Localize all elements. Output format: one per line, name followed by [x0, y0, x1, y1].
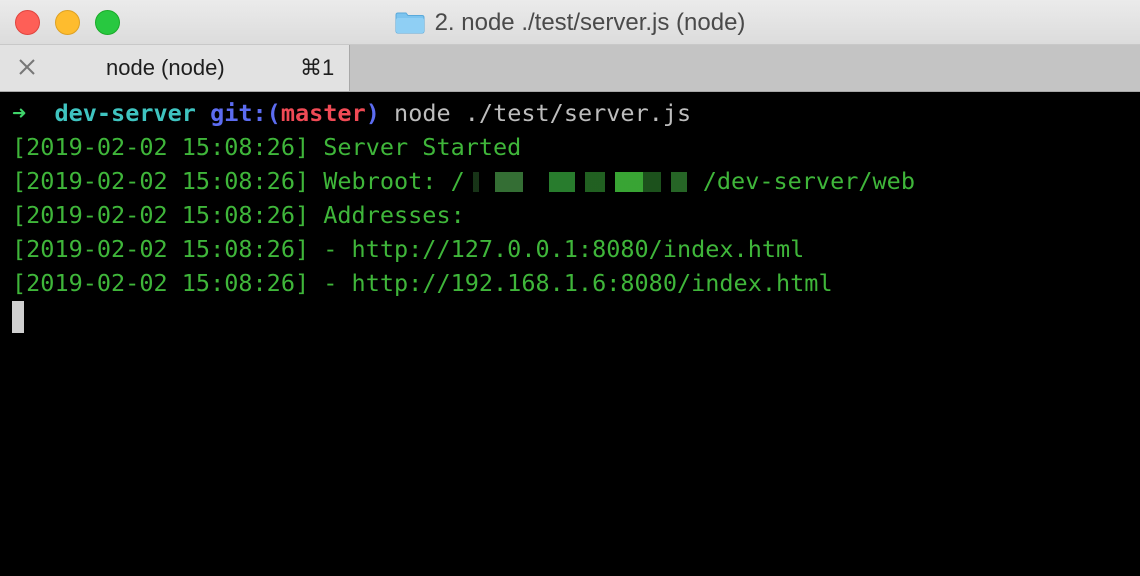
tab-label: node (node) — [106, 55, 225, 80]
redacted-path — [464, 171, 703, 192]
tab-node[interactable]: node (node) ⌘1 — [0, 45, 350, 91]
webroot-suffix: /dev-server/web — [702, 167, 915, 195]
tab-shortcut: ⌘1 — [300, 55, 335, 80]
output-line: [2019-02-02 15:08:26] - http://127.0.0.1… — [12, 235, 805, 263]
output-line-webroot: [2019-02-02 15:08:26] Webroot: / /dev-ser… — [12, 164, 915, 198]
output-line: [2019-02-02 15:08:26] - http://192.168.1… — [12, 269, 833, 297]
terminal-window: 2. node ./test/server.js (node) node (no… — [0, 0, 1140, 576]
prompt-arrow-icon: ➜ — [12, 99, 27, 127]
title-bar[interactable]: 2. node ./test/server.js (node) — [0, 0, 1140, 45]
terminal-cursor — [12, 301, 24, 333]
terminal-output[interactable]: ➜ dev-server git:(master) node ./test/se… — [0, 92, 1140, 576]
window-title: 2. node ./test/server.js (node) — [434, 8, 746, 36]
prompt-branch: master — [280, 99, 366, 127]
output-line: [2019-02-02 15:08:26] Server Started — [12, 133, 522, 161]
prompt-git-prefix: git:( — [210, 99, 281, 127]
close-icon[interactable] — [16, 56, 38, 78]
prompt-command: node ./test/server.js — [394, 99, 692, 127]
window-title-area: 2. node ./test/server.js (node) — [0, 0, 1140, 45]
tab-bar: node (node) ⌘1 — [0, 45, 1140, 92]
webroot-prefix: [2019-02-02 15:08:26] Webroot: / — [12, 167, 465, 195]
output-line: [2019-02-02 15:08:26] Addresses: — [12, 201, 465, 229]
prompt-line: ➜ dev-server git:(master) node ./test/se… — [12, 96, 691, 130]
prompt-git-suffix: ) — [365, 99, 380, 127]
folder-icon — [395, 12, 425, 34]
prompt-directory: dev-server — [54, 99, 196, 127]
